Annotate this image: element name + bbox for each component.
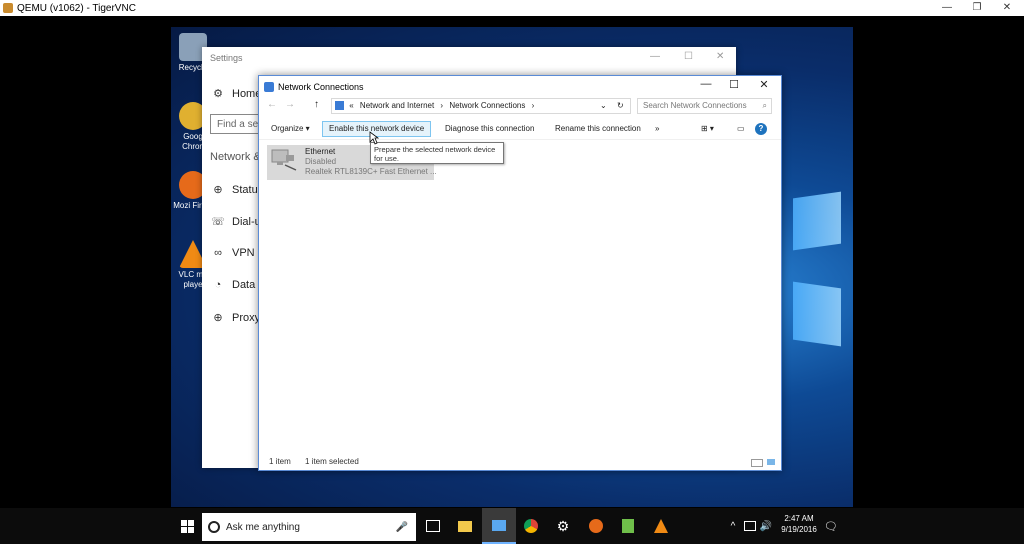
- settings-maximize-button[interactable]: ☐: [684, 51, 693, 62]
- task-view-icon: [426, 520, 440, 532]
- preview-pane-button[interactable]: ▭: [731, 121, 751, 137]
- settings-nav-proxy[interactable]: ⊕ Proxy: [210, 311, 260, 325]
- enable-device-tooltip: Prepare the selected network device for …: [370, 142, 504, 164]
- network-adapter-icon: [271, 149, 297, 171]
- up-button[interactable]: ↑: [314, 99, 319, 115]
- details-view-icon[interactable]: [751, 459, 763, 467]
- view-options-button[interactable]: ⊞ ▾: [695, 121, 720, 137]
- search-input[interactable]: Search Network Connections ⌕: [637, 98, 772, 114]
- vnc-titlebar: QEMU (v1062) - TigerVNC — ❐ ✕: [0, 0, 1024, 16]
- refresh-icon[interactable]: ↻: [617, 99, 624, 113]
- settings-section-title: Network &: [210, 151, 261, 163]
- taskbar-firefox[interactable]: [585, 508, 607, 544]
- dialup-icon: ☏: [211, 216, 225, 228]
- settings-close-button[interactable]: ✕: [716, 51, 724, 62]
- taskbar-clock[interactable]: 2:47 AM 9/19/2016: [774, 513, 824, 535]
- breadcrumb-sep[interactable]: ›: [440, 101, 443, 110]
- selected-count: 1 item selected: [305, 457, 359, 466]
- windows-logo: [783, 177, 853, 387]
- vnc-app-icon: [3, 3, 13, 13]
- cortana-icon: [208, 521, 220, 533]
- notepad-icon: [622, 519, 634, 533]
- settings-nav-vpn[interactable]: ∞ VPN: [210, 247, 255, 259]
- forward-button[interactable]: →: [285, 99, 295, 115]
- rename-button[interactable]: Rename this connection: [549, 121, 647, 137]
- nc-maximize-button[interactable]: ☐: [721, 78, 747, 91]
- taskbar-file-explorer[interactable]: [454, 508, 476, 544]
- vlc-icon: [654, 519, 668, 533]
- settings-minimize-button[interactable]: —: [650, 51, 660, 62]
- settings-nav-dialup[interactable]: ☏ Dial-u: [210, 215, 261, 229]
- vnc-title: QEMU (v1062) - TigerVNC: [17, 2, 136, 14]
- clock-date: 9/19/2016: [781, 525, 817, 534]
- breadcrumb-prefix[interactable]: «: [349, 101, 353, 110]
- settings-nav-status[interactable]: ⊕ Status: [210, 183, 263, 197]
- chrome-icon: [524, 519, 538, 533]
- connection-device: Realtek RTL8139C+ Fast Ethernet ...: [305, 167, 437, 176]
- start-button[interactable]: [176, 508, 198, 544]
- settings-nav-data[interactable]: ◔ Data: [210, 279, 256, 291]
- back-button[interactable]: ←: [267, 99, 277, 115]
- task-view-button[interactable]: [422, 508, 444, 544]
- address-bar[interactable]: « Network and Internet › Network Connect…: [331, 98, 631, 114]
- taskbar-vlc[interactable]: [650, 508, 672, 544]
- guest-desktop: Recycle Goog Chron Mozi Firefo VLC me pl…: [171, 27, 853, 507]
- network-folder-icon: [264, 82, 274, 92]
- breadcrumb-network-internet[interactable]: Network and Internet: [360, 101, 434, 110]
- breadcrumb-network-connections[interactable]: Network Connections: [449, 101, 525, 110]
- taskbar-notepad[interactable]: [617, 508, 639, 544]
- gear-icon: ⚙: [213, 88, 223, 100]
- network-icon: [335, 101, 344, 111]
- command-bar: Organize ▾ Enable this network device Di…: [259, 119, 781, 139]
- globe-icon: ⊕: [213, 184, 223, 196]
- address-dropdown-icon[interactable]: ⌄: [600, 99, 607, 113]
- vnc-minimize-button[interactable]: —: [932, 0, 962, 16]
- help-button[interactable]: ?: [755, 123, 767, 135]
- breadcrumb-sep[interactable]: ›: [532, 101, 535, 110]
- status-bar: 1 item 1 item selected: [259, 454, 781, 470]
- nc-minimize-button[interactable]: —: [693, 78, 719, 90]
- gear-icon: ⚙: [556, 517, 570, 534]
- tray-volume-button[interactable]: 🔊: [758, 508, 774, 544]
- file-explorer-icon: [458, 520, 472, 532]
- cortana-search-text: Ask me anything: [226, 521, 300, 533]
- network-connections-icon: [492, 519, 506, 531]
- cortana-search-box[interactable]: Ask me anything 🎤: [202, 513, 416, 541]
- connection-status: Disabled: [305, 157, 337, 166]
- taskbar-chrome[interactable]: [520, 508, 542, 544]
- more-commands-button[interactable]: »: [649, 121, 665, 137]
- vnc-close-button[interactable]: ✕: [992, 0, 1022, 16]
- taskbar: Ask me anything 🎤 ⚙ ^ 🔊 2:47 AM 9/19/201…: [0, 508, 1024, 544]
- settings-home[interactable]: ⚙ Home: [210, 87, 261, 101]
- settings-title: Settings: [210, 53, 243, 63]
- vpn-icon: ∞: [214, 247, 222, 259]
- firefox-icon: [589, 519, 603, 533]
- network-connections-window: Network Connections — ☐ ✕ ← → ↑ « Networ…: [258, 75, 782, 471]
- mouse-cursor-icon: [369, 131, 379, 145]
- action-center-button[interactable]: 🗨: [822, 508, 840, 544]
- taskbar-settings[interactable]: ⚙: [552, 508, 574, 544]
- nc-titlebar: Network Connections — ☐ ✕: [259, 76, 781, 98]
- search-icon: ⌕: [762, 101, 767, 110]
- microphone-icon[interactable]: 🎤: [396, 522, 408, 533]
- proxy-icon: ⊕: [213, 312, 223, 324]
- data-icon: ◔: [214, 279, 222, 291]
- organize-button[interactable]: Organize ▾: [265, 121, 316, 137]
- tiles-view-icon[interactable]: [767, 459, 775, 465]
- connection-name: Ethernet: [305, 147, 336, 156]
- nc-close-button[interactable]: ✕: [751, 78, 777, 91]
- taskbar-network-connections[interactable]: [482, 508, 516, 544]
- nc-title: Network Connections: [278, 82, 364, 92]
- diagnose-button[interactable]: Diagnose this connection: [439, 121, 540, 137]
- connections-list: Ethernet Disabled Realtek RTL8139C+ Fast…: [259, 131, 781, 445]
- tray-network-button[interactable]: [742, 508, 758, 544]
- network-disconnected-icon: [744, 521, 756, 531]
- item-count: 1 item: [269, 457, 291, 466]
- windows-start-icon: [180, 519, 194, 533]
- clock-time: 2:47 AM: [784, 514, 814, 523]
- tray-overflow-button[interactable]: ^: [726, 508, 740, 544]
- vnc-maximize-button[interactable]: ❐: [962, 0, 992, 16]
